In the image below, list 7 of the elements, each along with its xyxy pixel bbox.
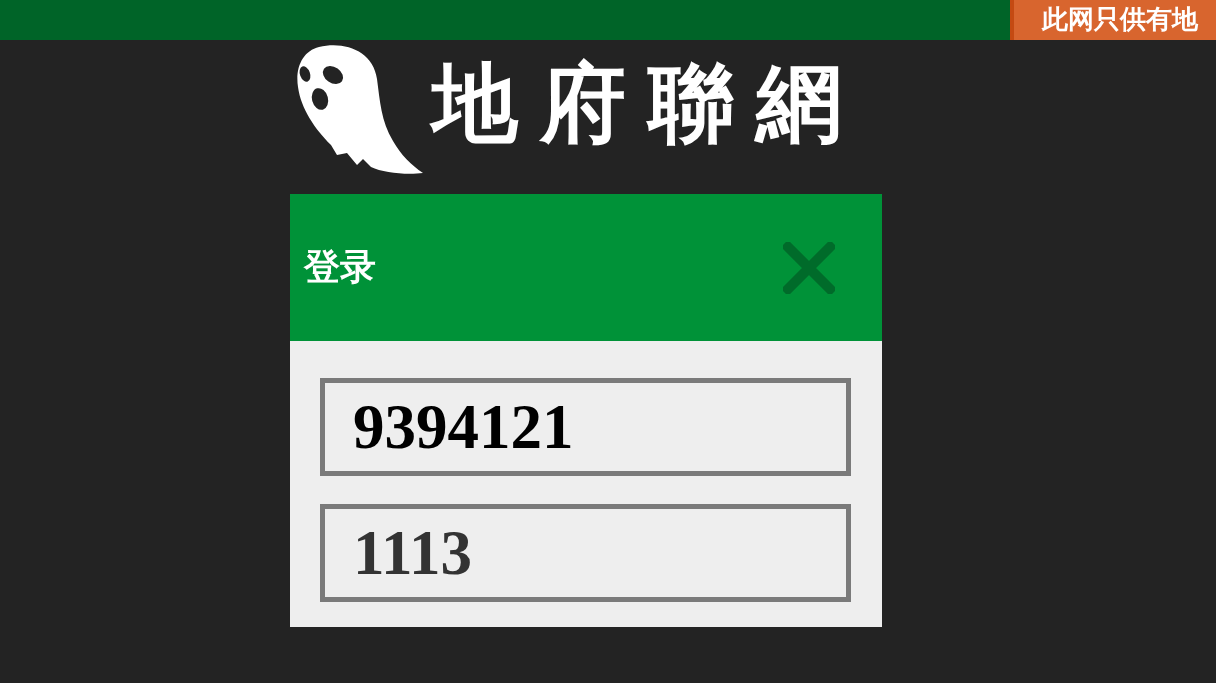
dialog-title: 登录 <box>304 245 376 289</box>
close-icon <box>783 241 835 294</box>
close-button[interactable] <box>783 241 835 294</box>
input-field[interactable]: 1113 <box>320 504 851 602</box>
ghost-icon <box>297 45 423 175</box>
notice-banner: 此网只供有地 <box>1010 0 1216 40</box>
input-field[interactable]: 9394121 <box>320 378 851 476</box>
